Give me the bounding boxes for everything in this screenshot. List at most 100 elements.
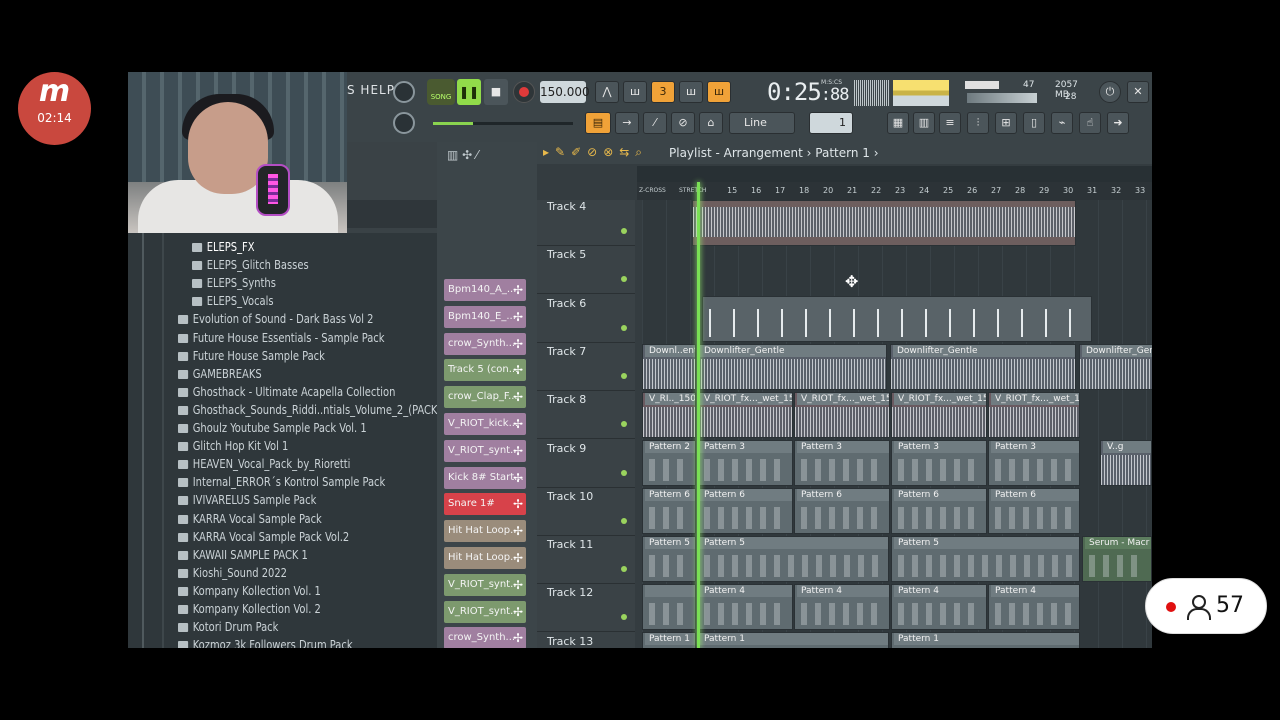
playlist-overview[interactable] <box>637 166 1152 182</box>
track-mute-toggle[interactable] <box>621 276 627 283</box>
arrow-icon[interactable]: → <box>615 112 639 134</box>
track-header[interactable]: Track 8 <box>537 391 635 440</box>
clip[interactable]: Serum - Macr <box>1082 536 1152 582</box>
clip[interactable]: Pattern 6 <box>891 488 987 534</box>
browser-item[interactable]: ELEPS_Glitch Basses <box>192 258 309 276</box>
mixer-icon[interactable]: ⫶ <box>967 112 989 134</box>
stamp-icon[interactable]: ⌂ <box>699 112 723 134</box>
stop-button[interactable]: ■ <box>484 79 508 105</box>
clip[interactable]: Pattern 6 <box>697 488 793 534</box>
channel-button[interactable]: V_RIOT_synt... ✢ <box>444 573 526 596</box>
touch-icon[interactable]: ☝ <box>1079 112 1101 134</box>
channel-button[interactable]: Track 5 (con... ✢ <box>444 359 526 382</box>
export-icon[interactable]: ➜ <box>1107 112 1129 134</box>
browser-item[interactable]: HEAVEN_Vocal_Pack_by_Rioretti <box>178 457 350 475</box>
browser-item[interactable]: KARRA Vocal Sample Pack Vol.2 <box>178 530 349 548</box>
clip[interactable]: Pattern 4 <box>794 584 890 630</box>
clip[interactable]: Pattern 5 <box>697 536 889 582</box>
channel-button[interactable]: Bpm140_A_... ✢ <box>444 279 526 301</box>
clip[interactable]: Pattern 4 <box>891 584 987 630</box>
clip[interactable]: Pattern 5 <box>642 536 696 582</box>
browser-item[interactable]: KARRA Vocal Sample Pack <box>178 512 322 530</box>
file-icon[interactable]: ▯ <box>1023 112 1045 134</box>
master-slider[interactable] <box>433 122 573 125</box>
clip[interactable]: Pattern 3 <box>891 440 987 486</box>
track-header[interactable]: Track 6 <box>537 295 635 343</box>
power-icon[interactable]: ⏻ <box>1099 81 1121 103</box>
browser-item[interactable]: ELEPS_Synths <box>192 276 276 294</box>
track-mute-toggle[interactable] <box>621 324 627 331</box>
track-mute-toggle[interactable] <box>621 421 627 428</box>
browser-item[interactable]: KAWAII SAMPLE PACK 1 <box>178 548 308 566</box>
browser-item[interactable]: ELEPS_Vocals <box>192 294 274 312</box>
browser-item[interactable]: Future House Essentials - Sample Pack <box>178 331 384 349</box>
browser-item[interactable]: Future House Sample Pack <box>178 349 325 367</box>
browser-item[interactable]: ELEPS_FX <box>192 240 255 258</box>
clip[interactable]: Downlifter_Gentle <box>890 344 1076 390</box>
channel-button[interactable]: V_RIOT_synt... ✢ <box>444 600 526 623</box>
plugin-icon[interactable]: ⌁ <box>1051 112 1073 134</box>
browser-item[interactable]: Evolution of Sound - Dark Bass Vol 2 <box>178 312 373 330</box>
clip[interactable]: Pattern 5 <box>891 536 1080 582</box>
step-edit-icon[interactable]: ш <box>679 81 703 103</box>
track-header[interactable]: Track 10 <box>537 488 635 536</box>
link-icon[interactable]: ⊘ <box>671 112 695 134</box>
browser-item[interactable]: Ghosthack - Ultimate Acapella Collection <box>178 385 395 403</box>
snap-select[interactable]: Line <box>729 112 795 134</box>
brush-icon[interactable]: ⁄ <box>643 112 667 134</box>
channel-button[interactable]: crow_Clap_F... ✢ <box>444 386 526 409</box>
playlist-icon[interactable]: ▦ <box>887 112 909 134</box>
clip[interactable]: V_RIOT_fx..._wet_150 <box>794 392 890 438</box>
clip[interactable]: V..g <box>1100 440 1152 486</box>
clip[interactable]: V_RIOT_fx..._wet_150 <box>988 392 1080 438</box>
browser-item[interactable]: Ghoulz Youtube Sample Pack Vol. 1 <box>178 421 367 439</box>
clip[interactable]: Pattern 1 <box>642 632 696 648</box>
track-header[interactable]: Track 12 <box>537 584 635 633</box>
pattern-song-icon[interactable]: ▤ <box>585 112 611 134</box>
playhead[interactable] <box>697 182 700 648</box>
pause-button[interactable]: ❚❚ <box>457 79 481 105</box>
clip[interactable]: Pattern 3 <box>794 440 890 486</box>
browser-item[interactable]: Kotori Drum Pack <box>178 620 278 638</box>
browser-item[interactable]: Internal_ERROR´s Kontrol Sample Pack <box>178 475 385 493</box>
wait-icon[interactable]: ш <box>623 81 647 103</box>
clip[interactable]: V_RI.._150 <box>642 392 696 438</box>
browser-item[interactable]: GAMEBREAKS <box>178 367 262 385</box>
clip[interactable]: Pattern 1 <box>891 632 1080 648</box>
browser-item[interactable]: Kompany Kollection Vol. 2 <box>178 602 321 620</box>
channel-button[interactable]: Hit Hat Loop... ✢ <box>444 520 526 543</box>
clip[interactable]: Downl..ent <box>642 344 696 390</box>
browser-item[interactable]: Ghosthack_Sounds_Riddi..ntials_Volume_2_… <box>178 403 437 421</box>
channel-button[interactable]: Snare 1# ✢ <box>444 493 526 516</box>
clip[interactable]: Pattern 3 <box>988 440 1080 486</box>
timeline-ruler[interactable]: Z-CROSS STRETCH 15 16 17 18 20 21 22 23 24 25 26 27… <box>637 182 1152 200</box>
channel-button[interactable]: Hit Hat Loop... ✢ <box>444 547 526 569</box>
clip[interactable]: Pattern 3 <box>697 440 793 486</box>
metronome-icon[interactable]: ⋀ <box>595 81 619 103</box>
track-header[interactable]: Track 9 <box>537 440 635 488</box>
channel-rack-icon[interactable]: ≡ <box>939 112 961 134</box>
track-header[interactable]: Track 4 <box>537 198 635 246</box>
track-mute-toggle[interactable] <box>621 469 627 476</box>
song-mode-toggle[interactable]: SONG <box>427 79 455 105</box>
clip[interactable]: Pattern 4 <box>988 584 1080 630</box>
clip[interactable] <box>642 584 696 630</box>
countdown-icon[interactable]: 3 <box>651 81 675 103</box>
browser-item[interactable]: IVIVARELUS Sample Pack <box>178 493 316 511</box>
browser-item[interactable]: Kioshi_Sound 2022 <box>178 566 287 584</box>
clip[interactable]: Pattern 6 <box>988 488 1080 534</box>
master-volume-knob[interactable] <box>393 81 415 103</box>
track-mute-toggle[interactable] <box>621 228 627 234</box>
clip[interactable]: Pattern 6 <box>642 488 696 534</box>
master-pitch-knob[interactable] <box>393 112 415 134</box>
clip[interactable]: Downlifter_Gentle <box>697 344 887 390</box>
channel-button[interactable]: V_RIOT_synt... ✢ <box>444 439 526 462</box>
channel-button[interactable]: crow_Synth... ✢ <box>444 332 526 355</box>
clip[interactable]: Pattern 6 <box>794 488 890 534</box>
track-header[interactable]: Track 13 <box>537 633 635 648</box>
clip[interactable]: Downlifter_Gen <box>1079 344 1152 390</box>
piano-roll-icon[interactable]: ▥ <box>913 112 935 134</box>
browser-icon[interactable]: ⊞ <box>995 112 1017 134</box>
close-icon[interactable]: ✕ <box>1127 81 1149 103</box>
clip[interactable]: V_RIOT_fx..._wet_150 <box>697 392 793 438</box>
